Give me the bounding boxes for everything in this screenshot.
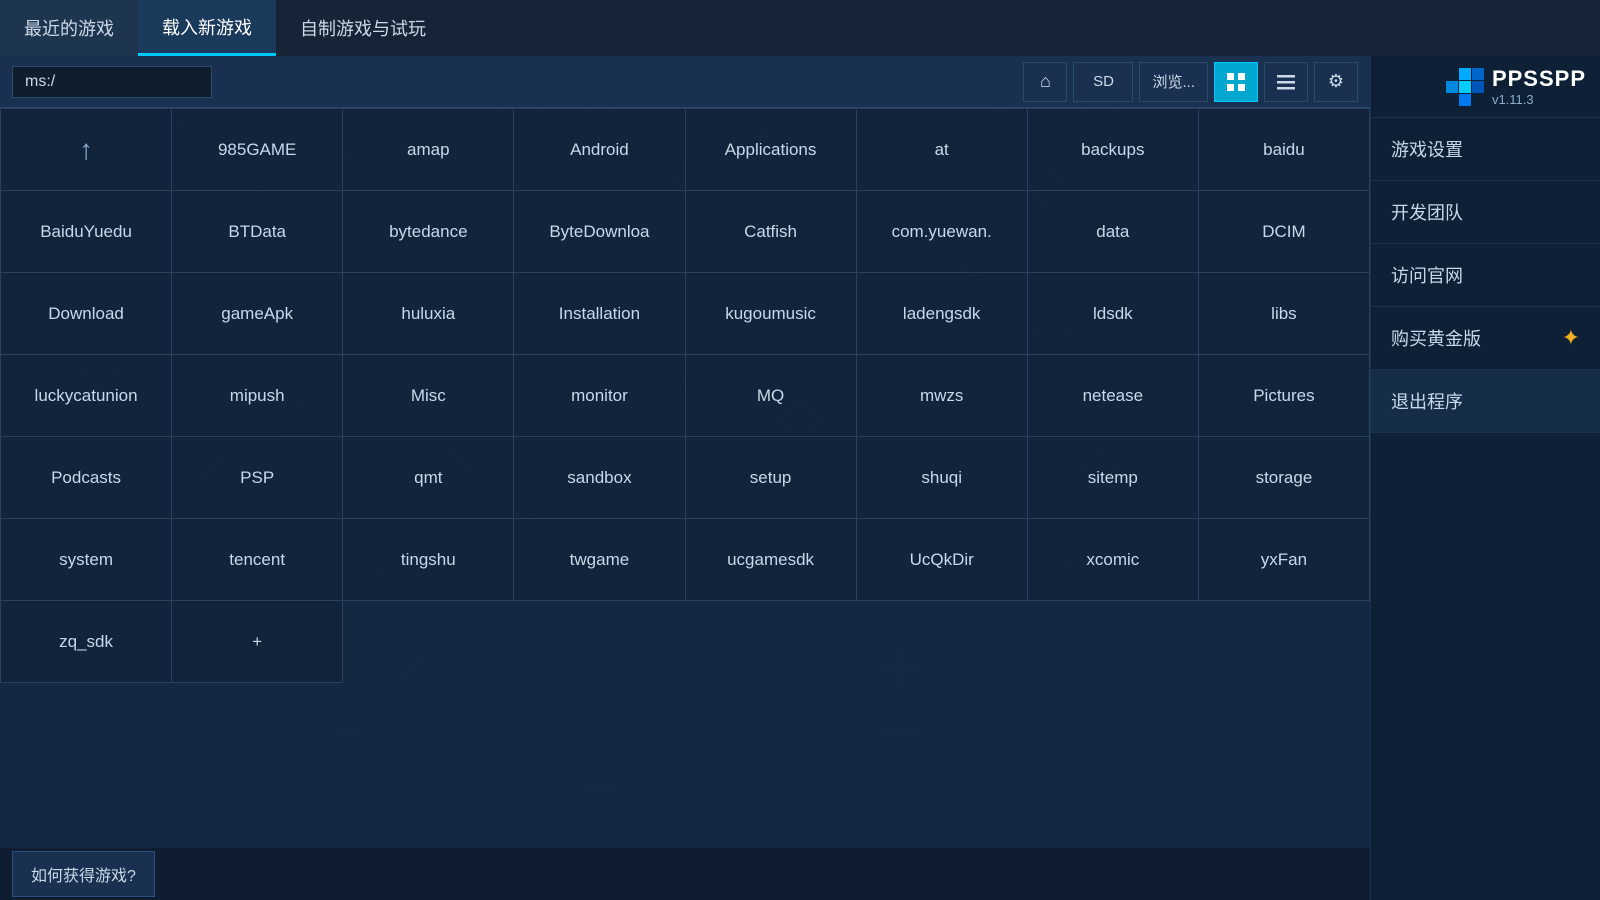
grid-cell-huluxia[interactable]: huluxia [343,273,514,355]
path-input[interactable] [12,66,212,98]
settings-button[interactable]: ⚙ [1314,62,1358,102]
grid-cell-kugoumusic[interactable]: kugoumusic [686,273,857,355]
grid-cell-dcim[interactable]: DCIM [1199,191,1370,273]
bottom-bar: 如何获得游戏? [0,848,1370,900]
grid-cell-ucgamesdk[interactable]: ucgamesdk [686,519,857,601]
grid-cell-bytedownload[interactable]: ByteDownloa [514,191,685,273]
how-to-get-games-button[interactable]: 如何获得游戏? [12,851,155,897]
tab-homebrew[interactable]: 自制游戏与试玩 [276,0,450,56]
grid-cell-gameapk[interactable]: gameApk [172,273,343,355]
ppsspp-logo: PPSSPP v1.11.3 [1371,56,1600,118]
list-view-button[interactable] [1264,62,1308,102]
sidebar-item-game-settings[interactable]: 游戏设置 [1371,118,1600,181]
grid-cell-btdata[interactable]: BTData [172,191,343,273]
grid-cell-psp[interactable]: PSP [172,437,343,519]
tab-recent-games[interactable]: 最近的游戏 [0,0,138,56]
grid-cell-data[interactable]: data [1028,191,1199,273]
grid-cell-installation[interactable]: Installation [514,273,685,355]
ppsspp-title: PPSSPP [1492,66,1586,92]
grid-cell-mq[interactable]: MQ [686,355,857,437]
grid-container: ↑985GAMEamapAndroidApplicationsatbackups… [0,108,1370,683]
grid-cell-ldsdk[interactable]: ldsdk [1028,273,1199,355]
grid-cell-ladengsdk[interactable]: ladengsdk [857,273,1028,355]
grid-cell-985game[interactable]: 985GAME [172,109,343,191]
ppsspp-text-group: PPSSPP v1.11.3 [1492,66,1586,107]
sidebar-item-dev-team[interactable]: 开发团队 [1371,181,1600,244]
grid-cell-setup[interactable]: setup [686,437,857,519]
grid-cell-download[interactable]: Download [1,273,172,355]
grid-cell-yxfan[interactable]: yxFan [1199,519,1370,601]
grid-cell-catfish[interactable]: Catfish [686,191,857,273]
grid-cell-bytedance[interactable]: bytedance [343,191,514,273]
main-layout: ⌂ SD 浏览... [0,56,1600,900]
grid-cell-amap[interactable]: amap [343,109,514,191]
grid-cell-baidu[interactable]: baidu [1199,109,1370,191]
grid-cell-tingshu[interactable]: tingshu [343,519,514,601]
grid-cell-shuqi[interactable]: shuqi [857,437,1028,519]
sidebar-item-buy-gold[interactable]: 购买黄金版✦ [1371,307,1600,370]
grid-cell-netease[interactable]: netease [1028,355,1199,437]
grid-cell-twgame[interactable]: twgame [514,519,685,601]
top-navigation: 最近的游戏 载入新游戏 自制游戏与试玩 [0,0,1600,56]
grid-cell-mipush[interactable]: mipush [172,355,343,437]
grid-view-button[interactable] [1214,62,1258,102]
grid-cell-android[interactable]: Android [514,109,685,191]
grid-cell-pictures[interactable]: Pictures [1199,355,1370,437]
home-button[interactable]: ⌂ [1023,62,1067,102]
right-sidebar: PPSSPP v1.11.3 游戏设置开发团队访问官网购买黄金版✦退出程序 [1370,56,1600,900]
grid-cell-up[interactable]: ↑ [1,109,172,191]
sd-button[interactable]: SD [1073,62,1133,102]
grid-cell-sitemp[interactable]: sitemp [1028,437,1199,519]
grid-cell-zq_sdk[interactable]: zq_sdk [1,601,172,683]
grid-cell-at[interactable]: at [857,109,1028,191]
grid-cell-comyuewan[interactable]: com.yuewan. [857,191,1028,273]
grid-cell-luckycatunion[interactable]: luckycatunion [1,355,172,437]
grid-cell-misc[interactable]: Misc [343,355,514,437]
grid-cell-ucqkdir[interactable]: UcQkDir [857,519,1028,601]
grid-cell-monitor[interactable]: monitor [514,355,685,437]
grid-cell-qmt[interactable]: qmt [343,437,514,519]
browse-button[interactable]: 浏览... [1139,62,1208,102]
grid-cell-system[interactable]: system [1,519,172,601]
grid-cell-backups[interactable]: backups [1028,109,1199,191]
grid-cell-tencent[interactable]: tencent [172,519,343,601]
sidebar-item-exit[interactable]: 退出程序 [1371,370,1600,433]
ppsspp-icon [1446,68,1484,106]
grid-cell-mwzs[interactable]: mwzs [857,355,1028,437]
grid-cell-podcasts[interactable]: Podcasts [1,437,172,519]
toolbar-buttons: ⌂ SD 浏览... [1023,62,1358,102]
address-bar: ⌂ SD 浏览... [0,56,1370,108]
file-browser: ⌂ SD 浏览... [0,56,1370,900]
grid-cell-libs[interactable]: libs [1199,273,1370,355]
grid-cell-storage[interactable]: storage [1199,437,1370,519]
grid-cell-xcomic[interactable]: xcomic [1028,519,1199,601]
grid-cell-sandbox[interactable]: sandbox [514,437,685,519]
grid-cell-plus[interactable]: + [172,601,343,683]
gold-star-icon: ✦ [1562,325,1580,351]
sidebar-item-official-site[interactable]: 访问官网 [1371,244,1600,307]
file-grid: ↑985GAMEamapAndroidApplicationsatbackups… [0,108,1370,848]
grid-cell-applications[interactable]: Applications [686,109,857,191]
sidebar-menu: 游戏设置开发团队访问官网购买黄金版✦退出程序 [1371,118,1600,900]
tab-load-new-game[interactable]: 载入新游戏 [138,0,276,56]
grid-cell-baiduyuedu[interactable]: BaiduYuedu [1,191,172,273]
ppsspp-version: v1.11.3 [1492,92,1534,107]
